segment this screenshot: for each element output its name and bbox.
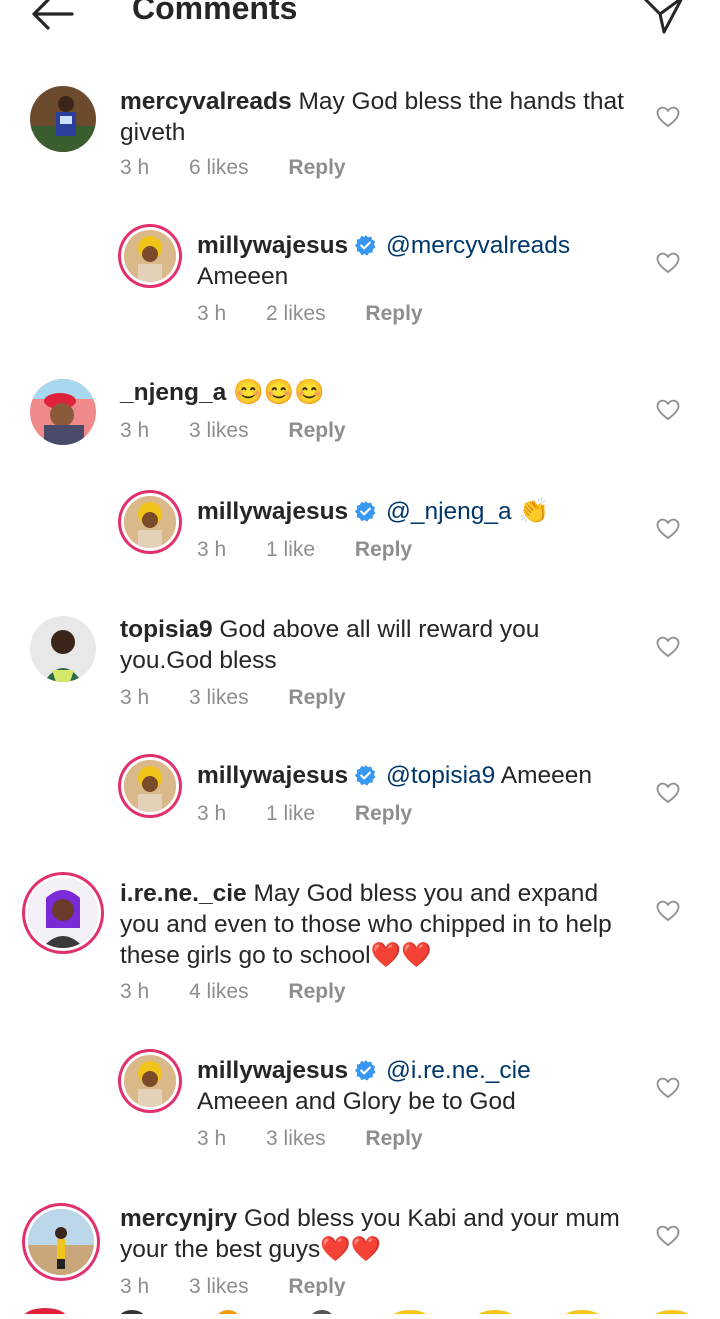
avatar[interactable] [30,616,96,682]
avatar[interactable] [30,379,96,445]
reply-button[interactable]: Reply [355,538,412,561]
reply-button[interactable]: Reply [355,802,412,825]
comment-likes[interactable]: 4 likes [189,980,249,1003]
verified-badge-icon [355,764,376,786]
comment-time: 3 h [197,802,227,825]
avatar[interactable] [124,760,176,812]
avatar[interactable] [124,1055,176,1107]
heart-emoji-icon [23,1308,67,1319]
emoji-reaction-bar [0,1296,720,1319]
heart-icon[interactable] [656,782,680,804]
reply-button[interactable]: Reply [288,156,345,179]
heart-icon[interactable] [656,399,680,421]
avatar[interactable] [124,496,176,548]
laugh-emoji-icon [473,1310,517,1319]
mention-link[interactable]: @i.re.ne._cie [386,1057,531,1084]
comment-likes[interactable]: 1 like [266,538,315,561]
avatar[interactable] [30,86,96,152]
heart-icon[interactable] [656,1225,680,1247]
hands-emoji-icon [118,1310,146,1319]
send-button[interactable] [640,0,686,36]
comment-username[interactable]: millywajesus [197,1057,348,1084]
comment-time: 3 h [197,1127,227,1150]
comment-username[interactable]: _njeng_a [120,379,226,406]
comment-time: 3 h [197,538,227,561]
reply-button[interactable]: Reply [365,302,422,325]
arrow-left-icon [32,0,74,30]
comment-likes[interactable]: 3 likes [189,1275,249,1296]
heart-icon[interactable] [656,106,680,128]
back-button[interactable] [28,0,76,36]
comment-username[interactable]: millywajesus [197,498,348,525]
fire-emoji-icon [216,1310,240,1319]
comment-text: Ameeen [197,263,289,290]
heart-icon[interactable] [656,636,680,658]
reply-button[interactable]: Reply [288,1275,345,1296]
comment-time: 3 h [120,156,150,179]
comment-likes[interactable]: 3 likes [189,686,249,709]
reply-button[interactable]: Reply [365,1127,422,1150]
comment-item: mercynjry God bless you Kabi and your mu… [0,1203,720,1296]
comment-username[interactable]: mercyvalreads [120,88,292,115]
comment-time: 3 h [120,980,150,1003]
comment-username[interactable]: i.re.ne._cie [120,880,247,907]
verified-badge-icon [355,234,376,256]
comment-likes[interactable]: 1 like [266,802,315,825]
comment-username[interactable]: millywajesus [197,762,348,789]
avatar[interactable] [124,230,176,282]
header-bar: Comments [0,0,720,40]
heart-icon[interactable] [656,252,680,274]
comment-time: 3 h [197,302,227,325]
verified-badge-icon [355,1059,376,1081]
comment-username[interactable]: topisia9 [120,616,213,643]
heart-icon[interactable] [656,900,680,922]
mention-link[interactable]: @_njeng_a [386,498,512,525]
comment-time: 3 h [120,686,150,709]
comment-text: Ameeen and Glory be to God [197,1088,516,1115]
reply-button[interactable]: Reply [288,980,345,1003]
heart-icon[interactable] [656,1077,680,1099]
reply-button[interactable]: Reply [288,419,345,442]
comment-username[interactable]: millywajesus [197,232,348,259]
mention-link[interactable]: @topisia9 [386,762,495,789]
verified-badge-icon [355,500,376,522]
comment-likes[interactable]: 2 likes [266,302,326,325]
comment-likes[interactable]: 6 likes [189,156,249,179]
mention-link[interactable]: @mercyvalreads [386,232,570,259]
avatar[interactable] [28,878,98,948]
smile-emoji-icon [388,1310,432,1319]
comment-likes[interactable]: 3 likes [189,419,249,442]
comment-text: 😊😊😊 [233,379,325,406]
comment-text: Ameeen [500,762,593,789]
reply-button[interactable]: Reply [288,686,345,709]
wow-emoji-icon [560,1310,604,1319]
cry-emoji-icon [650,1310,694,1319]
comment-likes[interactable]: 3 likes [266,1127,326,1150]
comment-text: 👏 [518,498,550,525]
comment-time: 3 h [120,419,150,442]
heart-icon[interactable] [656,518,680,540]
clap-emoji-icon [310,1310,334,1319]
page-title: Comments [132,0,298,26]
comment-time: 3 h [120,1275,150,1296]
comment-username[interactable]: mercynjry [120,1205,237,1232]
send-icon [643,0,683,34]
avatar[interactable] [28,1209,94,1275]
